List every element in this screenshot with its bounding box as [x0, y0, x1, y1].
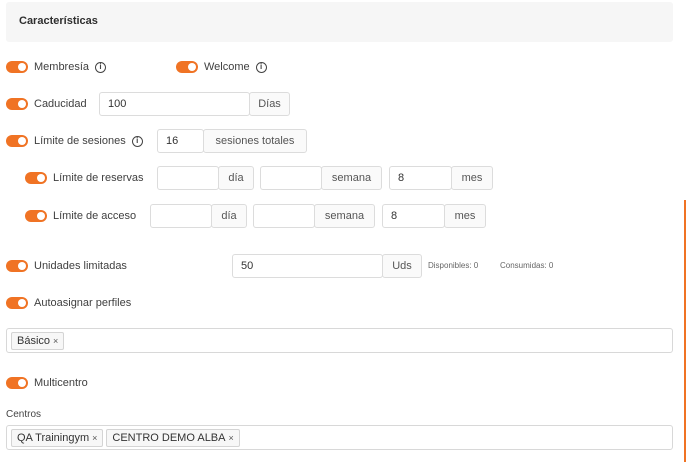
- disponibles-text: Disponibles: 0: [428, 261, 479, 270]
- multicentro-label: Multicentro: [34, 377, 88, 389]
- unidades-toggle[interactable]: [6, 260, 28, 272]
- toggle-knob: [37, 174, 45, 182]
- limite-acceso-toggle[interactable]: [25, 210, 47, 222]
- info-icon[interactable]: i: [95, 61, 107, 73]
- membresia-label: Membresía: [34, 61, 90, 73]
- limite-reservas-toggle[interactable]: [25, 172, 47, 184]
- unidades-label: Unidades limitadas: [34, 260, 127, 272]
- unidades-unit: Uds: [382, 254, 422, 278]
- caducidad-row: Caducidad: [6, 92, 87, 116]
- limite-sesiones-label: Límite de sesiones: [34, 135, 126, 147]
- info-icon[interactable]: i: [255, 61, 267, 73]
- acceso-semana-input[interactable]: [253, 204, 315, 228]
- limite-reservas-row: Límite de reservas: [25, 166, 143, 190]
- caducidad-input[interactable]: 100: [99, 92, 250, 116]
- toggle-knob: [18, 100, 26, 108]
- caducidad-label: Caducidad: [34, 98, 87, 110]
- acceso-mes-unit: mes: [444, 204, 486, 228]
- toggle-knob: [18, 262, 26, 270]
- autoasignar-label: Autoasignar perfiles: [34, 297, 132, 309]
- limite-acceso-row: Límite de acceso: [25, 204, 136, 228]
- scrollbar[interactable]: [684, 200, 686, 462]
- section-title: Características: [19, 15, 98, 27]
- welcome-label: Welcome: [204, 61, 250, 73]
- acceso-semana-unit: semana: [314, 204, 375, 228]
- unidades-row: Unidades limitadas: [6, 254, 127, 278]
- toggle-knob: [188, 63, 196, 71]
- reservas-semana-input[interactable]: [260, 166, 322, 190]
- reservas-mes-unit: mes: [451, 166, 493, 190]
- reservas-semana-unit: semana: [321, 166, 382, 190]
- limite-sesiones-unit: sesiones totales: [203, 129, 307, 153]
- limite-sesiones-input[interactable]: 16: [157, 129, 204, 153]
- caducidad-toggle[interactable]: [6, 98, 28, 110]
- membresia-row: Membresía i: [6, 55, 107, 79]
- unidades-input[interactable]: 50: [232, 254, 383, 278]
- centros-label: Centros: [6, 409, 42, 420]
- perfil-tag-label: Básico: [17, 334, 51, 347]
- centro-tag: QA Trainingym ×: [11, 428, 104, 447]
- perfil-tag: Básico ×: [11, 331, 65, 350]
- membresia-toggle[interactable]: [6, 61, 28, 73]
- limite-reservas-label: Límite de reservas: [53, 172, 144, 184]
- welcome-row: Welcome i: [176, 55, 267, 79]
- autoasignar-row: Autoasignar perfiles: [6, 291, 131, 315]
- centro-tag: CENTRO DEMO ALBA ×: [106, 428, 240, 447]
- toggle-knob: [37, 212, 45, 220]
- limite-sesiones-row: Límite de sesiones i: [6, 129, 143, 153]
- centro-tag-label: QA Trainingym: [17, 431, 90, 444]
- toggle-knob: [18, 379, 26, 387]
- remove-tag-icon[interactable]: ×: [53, 336, 58, 346]
- limite-sesiones-toggle[interactable]: [6, 135, 28, 147]
- perfiles-tag-input[interactable]: Básico ×: [6, 328, 673, 353]
- welcome-toggle[interactable]: [176, 61, 198, 73]
- consumidas-text: Consumidas: 0: [500, 261, 554, 270]
- limite-acceso-label: Límite de acceso: [53, 210, 137, 222]
- centro-tag-label: CENTRO DEMO ALBA: [112, 431, 226, 444]
- toggle-knob: [18, 63, 26, 71]
- multicentro-row: Multicentro: [6, 371, 88, 395]
- remove-tag-icon[interactable]: ×: [92, 433, 97, 443]
- info-icon[interactable]: i: [131, 135, 143, 147]
- acceso-dia-input[interactable]: [150, 204, 212, 228]
- autoasignar-toggle[interactable]: [6, 297, 28, 309]
- toggle-knob: [18, 137, 26, 145]
- reservas-dia-unit: día: [218, 166, 254, 190]
- centros-tag-input[interactable]: QA Trainingym × CENTRO DEMO ALBA ×: [6, 425, 673, 450]
- toggle-knob: [18, 299, 26, 307]
- reservas-dia-input[interactable]: [157, 166, 219, 190]
- reservas-mes-input[interactable]: 8: [389, 166, 452, 190]
- multicentro-toggle[interactable]: [6, 377, 28, 389]
- acceso-mes-input[interactable]: 8: [382, 204, 445, 228]
- caducidad-unit: Días: [249, 92, 290, 116]
- remove-tag-icon[interactable]: ×: [228, 433, 233, 443]
- section-header: Características: [6, 2, 673, 42]
- acceso-dia-unit: día: [211, 204, 247, 228]
